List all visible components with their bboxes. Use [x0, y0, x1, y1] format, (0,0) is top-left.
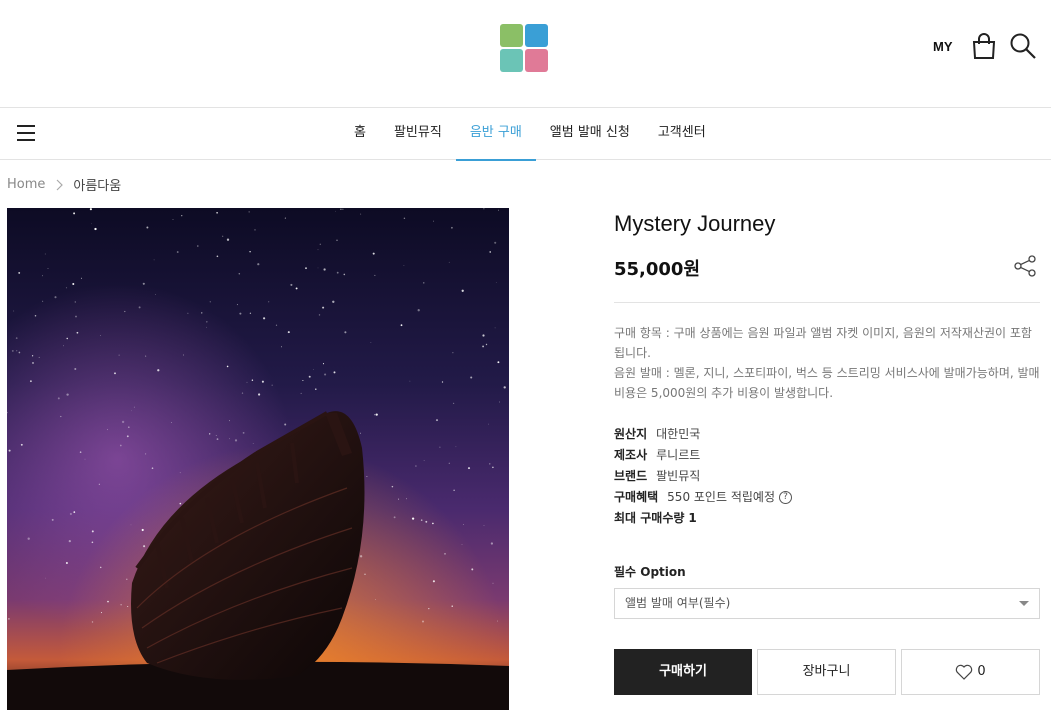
dropdown-arrow-icon — [1019, 601, 1029, 606]
logo-square-green — [500, 24, 523, 47]
spec-row: 구매혜택 550 포인트 적립예정 ? — [614, 487, 792, 508]
product-specs: 원산지 대한민국 제조사 루니르트 브랜드 팔빈뮤직 구매혜택 550 포인트 … — [614, 424, 792, 529]
shopping-bag-icon[interactable] — [971, 32, 997, 60]
help-icon[interactable]: ? — [779, 491, 792, 504]
product-title: Mystery Journey — [614, 211, 776, 236]
nav-menu: 홈 팔빈뮤직 음반 구매 앨범 발매 신청 고객센터 — [340, 108, 720, 161]
spec-value: 550 포인트 적립예정 — [667, 490, 775, 504]
nav-item-home[interactable]: 홈 — [340, 108, 380, 160]
option-select[interactable]: 앨범 발매 여부(필수) — [614, 588, 1040, 619]
spec-row: 최대 구매수량 1 — [614, 508, 792, 529]
cart-button[interactable]: 장바구니 — [757, 649, 896, 695]
option-selected-value: 앨범 발매 여부(필수) — [625, 596, 731, 610]
nav-item-palbin-music[interactable]: 팔빈뮤직 — [380, 108, 456, 160]
heart-icon — [956, 664, 973, 680]
product-image — [7, 208, 509, 710]
logo-square-teal — [500, 49, 523, 72]
option-label: 필수 Option — [614, 565, 686, 579]
top-header: MY — [0, 0, 1051, 108]
logo-square-blue — [525, 24, 548, 47]
breadcrumb-home[interactable]: Home — [7, 177, 45, 192]
spec-value: 1 — [688, 511, 697, 525]
spec-key: 구매혜택 — [614, 490, 659, 504]
nav-item-customer-center[interactable]: 고객센터 — [644, 108, 720, 160]
divider — [614, 302, 1040, 303]
share-icon[interactable] — [1013, 254, 1037, 278]
site-logo[interactable] — [500, 24, 548, 72]
chevron-right-icon — [56, 179, 64, 190]
description-purchase-items: 구매 항목 : 구매 상품에는 음원 파일과 앨범 자켓 이미지, 음원의 저작… — [614, 326, 1032, 360]
main-nav: 홈 팔빈뮤직 음반 구매 앨범 발매 신청 고객센터 — [0, 108, 1051, 161]
nav-item-album-release[interactable]: 앨범 발매 신청 — [536, 108, 644, 160]
spec-key: 최대 구매수량 — [614, 511, 685, 525]
my-page-link[interactable]: MY — [933, 39, 953, 54]
spec-row: 원산지 대한민국 — [614, 424, 792, 445]
like-count: 0 — [977, 664, 986, 679]
spec-key: 브랜드 — [614, 469, 648, 483]
breadcrumb-current[interactable]: 아름다움 — [73, 175, 121, 194]
spec-row: 브랜드 팔빈뮤직 — [614, 466, 792, 487]
search-icon[interactable] — [1009, 32, 1037, 60]
description-release: 음원 발매 : 멜론, 지니, 스포티파이, 벅스 등 스트리밍 서비스사에 발… — [614, 366, 1040, 400]
spec-value: 대한민국 — [656, 427, 701, 441]
spec-key: 원산지 — [614, 427, 648, 441]
breadcrumb: Home 아름다움 — [7, 175, 121, 194]
buy-button[interactable]: 구매하기 — [614, 649, 752, 695]
spec-value: 팔빈뮤직 — [656, 469, 701, 483]
nav-item-album-purchase[interactable]: 음반 구매 — [455, 108, 536, 161]
spec-key: 제조사 — [614, 448, 648, 462]
spec-value: 루니르트 — [656, 448, 701, 462]
hamburger-icon[interactable] — [17, 125, 35, 141]
logo-square-pink — [525, 49, 548, 72]
spec-row: 제조사 루니르트 — [614, 445, 792, 466]
product-description: 구매 항목 : 구매 상품에는 음원 파일과 앨범 자켓 이미지, 음원의 저작… — [614, 323, 1040, 403]
product-price: 55,000원 — [614, 259, 701, 280]
like-button[interactable]: 0 — [901, 649, 1040, 695]
